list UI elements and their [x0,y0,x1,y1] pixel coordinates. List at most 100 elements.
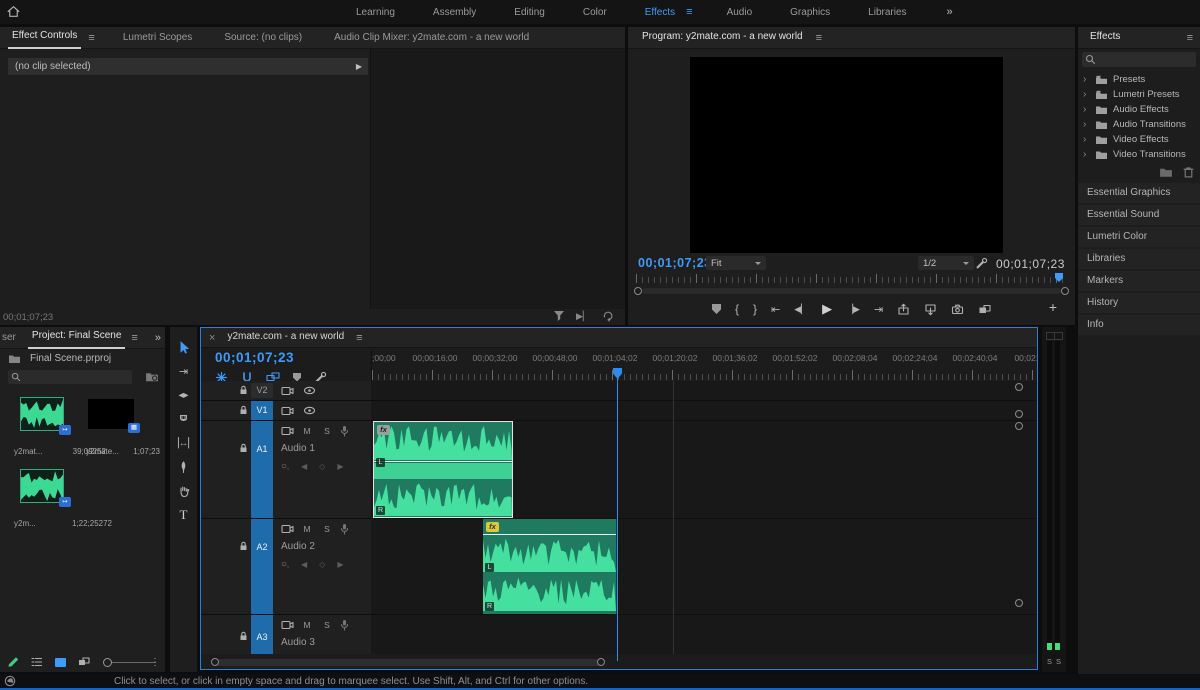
play-only-audio-icon[interactable]: ▶▏ [576,311,590,322]
workspace-effects-active[interactable]: Effects [641,2,679,23]
keyframe-pen-icon[interactable]: ○, [281,559,289,570]
panel-tab-libraries[interactable]: Libraries [1078,249,1200,269]
add-keyframe-icon[interactable]: ◇ [319,462,325,471]
chevron-right-icon[interactable]: › [1083,74,1090,85]
play-button[interactable]: ▶ [822,301,832,317]
program-scroll-handle-right[interactable] [1061,287,1069,295]
track-resize-handle[interactable] [1015,410,1023,418]
previous-keyframe-icon[interactable]: ◀ [301,462,307,471]
type-tool-button[interactable]: T [180,503,188,527]
project-writable-pen-icon[interactable] [7,656,19,668]
export-frame-camera-button[interactable] [951,303,964,316]
project-panel-menu-icon[interactable]: ≡ [131,332,137,344]
volume-rubber-band[interactable] [374,461,512,462]
program-scroll-handle-left[interactable] [634,287,642,295]
volume-rubber-band[interactable] [483,534,616,535]
track-target-v1[interactable]: V1 [251,401,273,420]
track-target-a3[interactable]: A3 [251,615,273,654]
icon-view-icon[interactable] [55,658,66,667]
solo-track-button[interactable]: S [320,426,334,437]
effects-bin-audio-effects[interactable]: › Audio Effects [1078,102,1200,117]
meter-solo-right-button[interactable]: S [1056,657,1061,666]
track-resize-handle[interactable] [1015,599,1023,607]
program-settings-wrench-icon[interactable] [975,257,988,270]
tab-media-browser-partial[interactable]: ser [0,327,18,348]
create-search-bin-icon[interactable] [145,371,159,383]
track-lock-icon[interactable] [239,541,248,551]
panel-tab-essential-sound[interactable]: Essential Sound [1078,205,1200,225]
track-output-eye-icon[interactable] [303,406,316,415]
project-clip-sequence[interactable]: ▦ [88,399,134,429]
mute-track-button[interactable]: M [300,426,314,437]
comparison-view-button[interactable] [978,303,992,316]
meter-solo-left-button[interactable]: S [1047,657,1052,666]
razor-tool-button[interactable] [177,407,190,431]
program-video-frame[interactable] [690,57,1003,253]
workspace-audio[interactable]: Audio [723,2,757,23]
audio-meters-panel[interactable]: S S [1042,327,1066,672]
timeline-sequence-tab[interactable]: y2mate.com - a new world [223,327,348,348]
mark-in-button[interactable]: { [735,302,739,316]
scrollbar-handle-right[interactable] [597,658,605,666]
effects-bin-video-effects[interactable]: › Video Effects [1078,132,1200,147]
track-output-eye-icon[interactable] [303,386,316,395]
new-custom-bin-icon[interactable] [1159,167,1173,178]
voiceover-mic-icon[interactable] [340,523,349,535]
solo-track-button[interactable]: S [320,524,334,535]
step-forward-button[interactable]: ▕▶ [846,304,860,315]
workspace-color[interactable]: Color [579,2,611,23]
project-tab-overflow-chevron[interactable]: » [155,332,161,344]
program-scrollbar[interactable] [642,288,1061,294]
selection-tool-button[interactable] [177,335,191,359]
go-to-out-button[interactable]: ⇥ [874,303,883,316]
panel-tab-essential-graphics[interactable]: Essential Graphics [1078,183,1200,203]
home-button[interactable] [6,4,21,19]
tab-effects[interactable]: Effects [1086,27,1124,48]
effects-search-input[interactable] [1082,52,1196,67]
audio-clip-a2[interactable]: L R fx [483,519,617,614]
chevron-right-icon[interactable]: › [1083,149,1090,160]
workspace-menu-icon[interactable]: ≡ [686,6,692,18]
mute-track-button[interactable]: M [300,620,314,631]
timeline-current-timecode[interactable]: 00;01;07;23 [215,350,294,365]
timeline-close-button[interactable]: × [209,332,215,344]
sync-lock-icon[interactable] [281,524,294,534]
sync-lock-icon[interactable] [281,620,294,630]
pen-tool-button[interactable] [178,455,189,479]
project-file-name[interactable]: Final Scene.prproj [30,353,111,364]
workspace-graphics[interactable]: Graphics [786,2,834,23]
track-lock-icon[interactable] [239,405,248,415]
track-resize-handle[interactable] [1015,383,1023,391]
program-resolution-dropdown[interactable]: 1/2 [918,256,974,270]
sync-lock-icon[interactable] [281,386,294,396]
tab-project-final-scene[interactable]: Project: Final Scene [28,327,126,349]
clip-name[interactable]: y2mat... [14,447,42,456]
zoom-slider-handle[interactable] [103,658,112,667]
workspace-overflow-chevron[interactable]: » [947,6,953,18]
track-select-forward-tool-button[interactable]: ⇥ [179,359,188,383]
clip-name[interactable]: y2mate... [86,447,119,456]
creative-cloud-icon[interactable] [4,675,16,687]
chevron-right-icon[interactable]: › [1083,89,1090,100]
project-more-options-icon[interactable]: ⋮ [150,657,160,668]
effects-bin-video-transitions[interactable]: › Video Transitions [1078,147,1200,162]
effects-bin-audio-transitions[interactable]: › Audio Transitions [1078,117,1200,132]
program-mini-ruler[interactable] [636,274,1067,283]
track-name[interactable]: Audio 1 [281,443,315,454]
mute-track-button[interactable]: M [300,524,314,535]
go-to-in-button[interactable]: ⇤ [771,303,780,316]
keyframe-pen-icon[interactable]: ○, [281,461,289,472]
next-keyframe-icon[interactable]: ▶ [337,462,343,471]
chevron-right-icon[interactable]: › [1083,119,1090,130]
workspace-libraries[interactable]: Libraries [864,2,910,23]
panel-tab-lumetri-color[interactable]: Lumetri Color [1078,227,1200,247]
workspace-learning[interactable]: Learning [352,2,399,23]
effects-panel-menu-icon[interactable]: ≡ [1187,32,1193,44]
program-panel-menu-icon[interactable]: ≡ [816,32,822,44]
project-clip-audio-1[interactable]: ↦ [20,397,64,431]
track-target-v2[interactable]: V2 [251,383,273,398]
tab-effect-controls[interactable]: Effect Controls [8,27,81,49]
ripple-edit-tool-button[interactable]: ◂▸ [178,383,188,407]
expand-arrow-icon[interactable]: ▶ [356,58,362,75]
scrollbar-handle-left[interactable] [211,658,219,666]
